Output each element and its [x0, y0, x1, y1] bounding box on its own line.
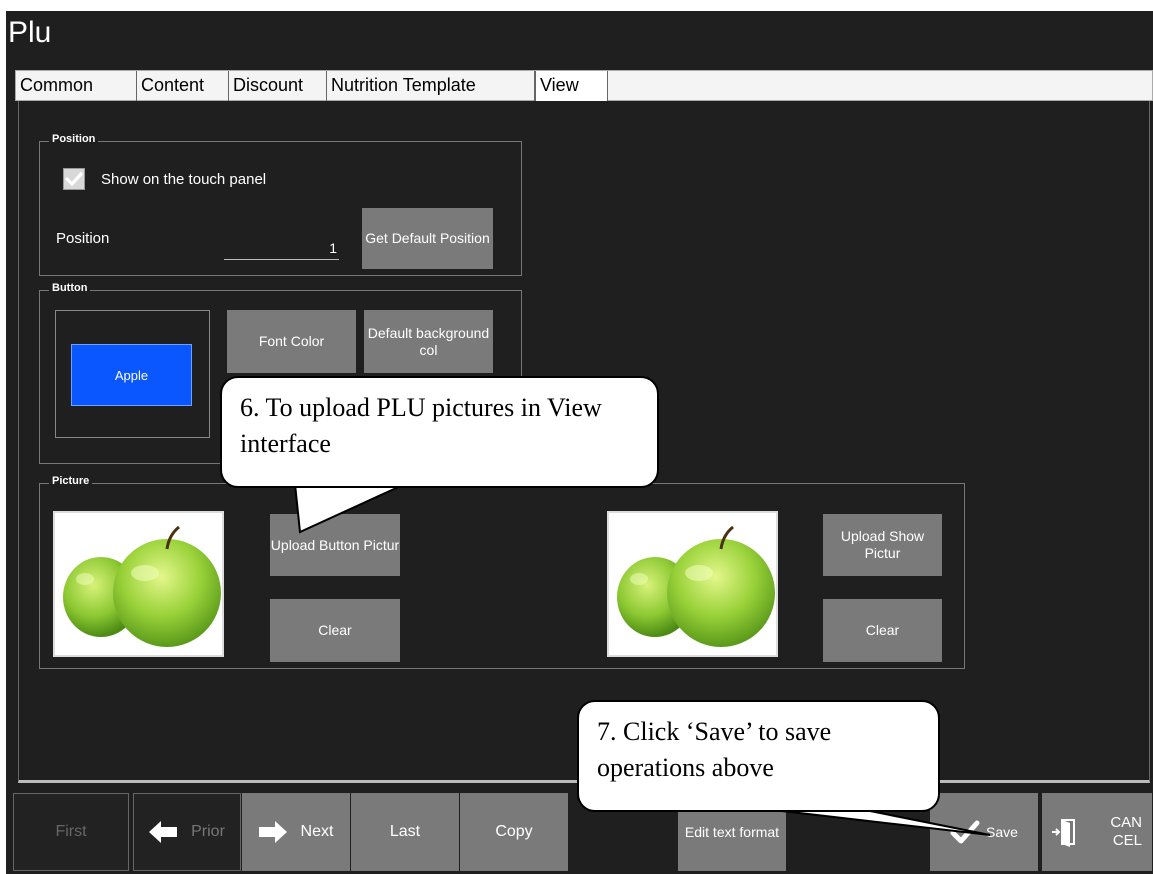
callout-step-7: 7. Click ‘Save’ to save operations above: [577, 700, 940, 812]
callout-step-6: 6. To upload PLU pictures in View interf…: [220, 376, 659, 488]
